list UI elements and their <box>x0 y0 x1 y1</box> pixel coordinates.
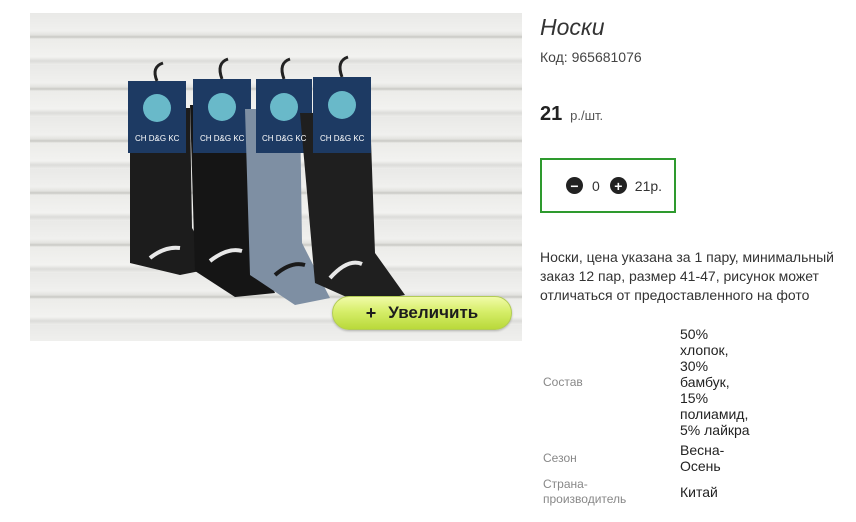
price: 21 р./шт. <box>540 103 603 126</box>
brand-label: CH D&G KC <box>135 134 180 143</box>
zoom-label: Увеличить <box>388 303 479 322</box>
quantity-sum: 21р. <box>634 177 663 194</box>
spec-value-composition: 50% хлопок, 30% бамбук, 15% полиамид, 5%… <box>680 326 750 438</box>
socks-image: CH D&G KC CH D&G KC CH D&G KC CH D&G KC <box>128 55 405 305</box>
code-value: 965681076 <box>571 49 642 65</box>
brand-label: CH D&G KC <box>200 134 245 143</box>
plus-icon: + <box>365 302 377 323</box>
spec-label-season: Сезон <box>543 451 577 465</box>
plus-icon[interactable]: + <box>609 177 627 194</box>
price-value: 21 <box>540 103 563 125</box>
brand-label: CH D&G KC <box>262 134 307 143</box>
brand-label: CH D&G KC <box>320 134 365 143</box>
spec-value-season: Весна-Осень <box>680 442 725 474</box>
product-title: Носки <box>540 14 605 40</box>
zoom-button[interactable]: + Увеличить <box>332 296 512 330</box>
minus-icon[interactable]: − <box>566 177 583 194</box>
sock-black-4 <box>300 55 405 303</box>
spec-value-country: Китай <box>680 484 718 500</box>
spec-label-country: Страна-производитель <box>543 477 627 506</box>
price-unit: р./шт. <box>570 108 604 123</box>
spec-label-composition: Состав <box>543 375 583 389</box>
code-label: Код: <box>540 49 568 65</box>
product-description: Носки, цена указана за 1 пару, минимальн… <box>540 249 834 303</box>
quantity-value[interactable]: 0 <box>592 178 600 194</box>
product-code: Код: 965681076 <box>540 49 642 65</box>
product-photo[interactable]: CH D&G KC CH D&G KC CH D&G KC CH D&G KC <box>30 13 522 341</box>
quantity-stepper: − 0 + 21р. <box>540 158 676 213</box>
